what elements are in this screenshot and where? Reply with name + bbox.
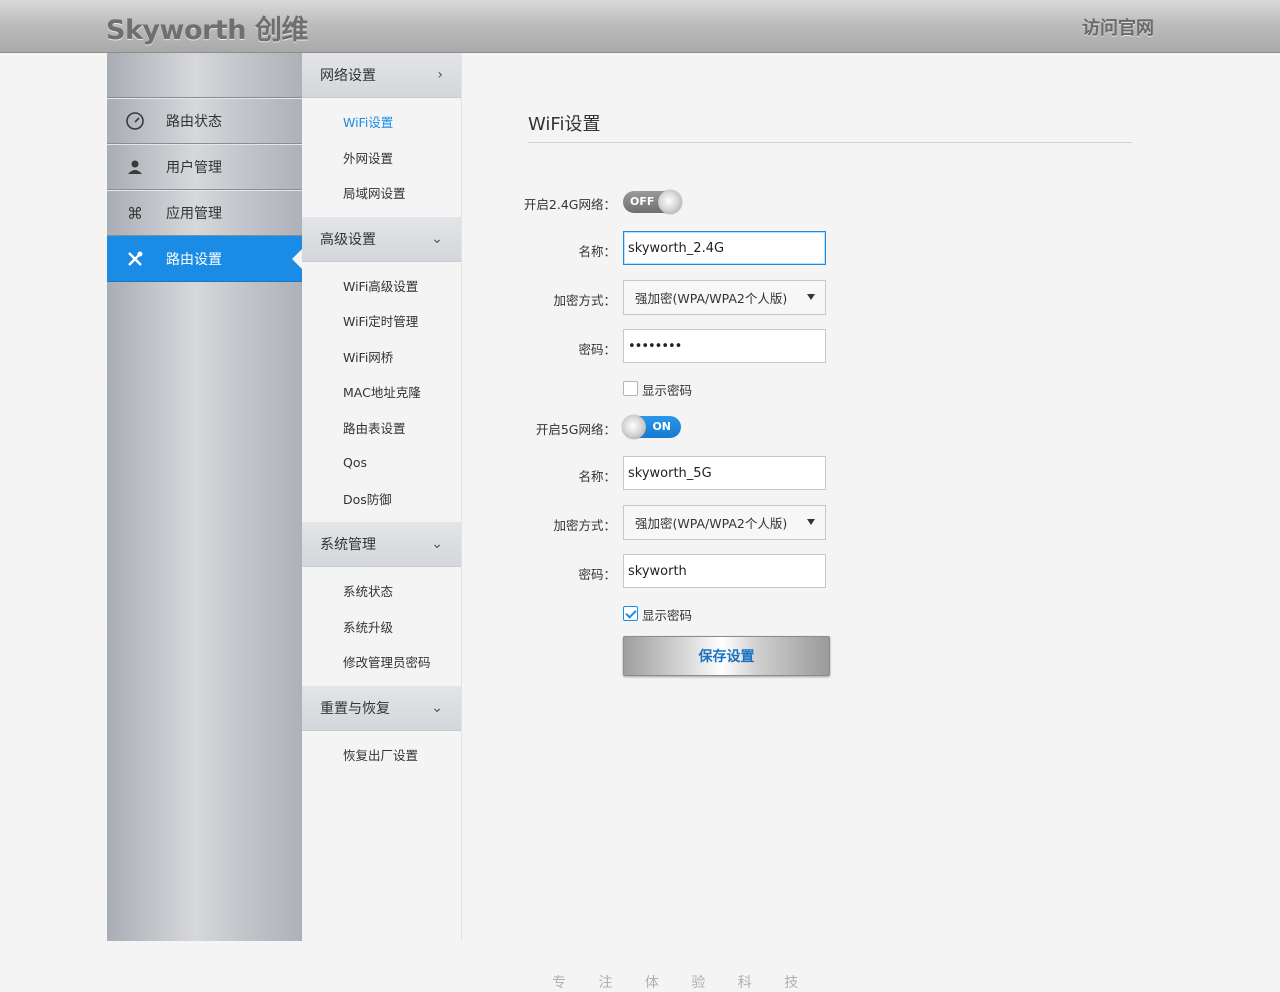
submenu-link-wifi-bridge[interactable]: WiFi网桥 <box>302 339 461 375</box>
sidebar-item-user-management[interactable]: 用户管理 <box>107 144 302 190</box>
name-5g-label: 名称： <box>578 469 616 484</box>
sidebar-item-label: 用户管理 <box>166 160 222 176</box>
submenu-section-title: 网络设置 <box>320 68 376 84</box>
title-divider <box>528 142 1132 143</box>
password-5g-input[interactable]: skyworth <box>623 554 826 588</box>
show-password-5g-checkbox[interactable] <box>623 606 638 621</box>
encrypt-5g-value: 强加密(WPA/WPA2个人版) <box>635 516 788 531</box>
top-header-bar: Skyworth 创维 访问官网 <box>0 0 1280 53</box>
user-icon <box>125 157 145 177</box>
main-sidebar: 路由状态 用户管理 ⌘ 应用管理 路由设置 <box>107 53 302 941</box>
encrypt-24g-select[interactable]: 强加密(WPA/WPA2个人版) <box>623 280 826 315</box>
page-title: WiFi设置 <box>528 114 601 135</box>
show-password-5g-label: 显示密码 <box>642 608 693 623</box>
enable-5g-label: 开启5G网络： <box>535 422 616 437</box>
submenu-link-mac-clone[interactable]: MAC地址克隆 <box>302 374 461 410</box>
submenu-link-factory-reset[interactable]: 恢复出厂设置 <box>302 737 461 773</box>
submenu-link-system-status[interactable]: 系统状态 <box>302 573 461 609</box>
tools-icon <box>125 249 145 269</box>
sidebar-top-spacer <box>107 53 302 98</box>
submenu-link-wifi-settings[interactable]: WiFi设置 <box>302 104 461 140</box>
sidebar-item-label: 路由设置 <box>166 252 222 268</box>
encrypt-24g-value: 强加密(WPA/WPA2个人版) <box>635 291 788 306</box>
toggle-knob <box>622 415 646 439</box>
submenu-section-title: 重置与恢复 <box>320 700 390 717</box>
submenu-section-title: 系统管理 <box>320 537 376 553</box>
password-5g-label: 密码： <box>578 567 616 582</box>
toggle-state-text: OFF <box>630 195 655 208</box>
command-icon: ⌘ <box>127 203 143 223</box>
sidebar-item-label: 应用管理 <box>166 206 222 222</box>
chevron-down-icon: ⌄ <box>431 699 443 716</box>
enable-5g-toggle[interactable]: ON <box>622 415 681 439</box>
submenu-link-dos-defense[interactable]: Dos防御 <box>302 481 461 517</box>
sidebar-item-route-settings[interactable]: 路由设置 <box>107 236 302 282</box>
submenu-link-route-table[interactable]: 路由表设置 <box>302 410 461 446</box>
ssid-24g-input[interactable]: skyworth_2.4G <box>623 231 826 265</box>
enable-24g-label: 开启2.4G网络： <box>523 197 616 212</box>
toggle-state-text: ON <box>652 420 671 433</box>
submenu-section-title: 高级设置 <box>320 231 376 248</box>
gauge-icon <box>125 111 145 131</box>
chevron-down-icon <box>807 294 815 300</box>
encrypt-24g-label: 加密方式： <box>553 293 616 308</box>
chevron-right-icon: › <box>437 67 443 83</box>
visit-official-site-link[interactable]: 访问官网 <box>1082 14 1154 40</box>
encrypt-5g-select[interactable]: 强加密(WPA/WPA2个人版) <box>623 505 826 540</box>
submenu-section-network[interactable]: 网络设置 › <box>302 53 461 98</box>
chevron-down-icon <box>807 519 815 525</box>
password-24g-input[interactable]: •••••••• <box>623 329 826 363</box>
footer-text: 专 注 体 验 科 技 <box>552 975 813 991</box>
toggle-knob <box>658 190 682 214</box>
chevron-down-icon: ⌄ <box>431 230 443 247</box>
submenu-link-wifi-advanced[interactable]: WiFi高级设置 <box>302 268 461 304</box>
encrypt-5g-label: 加密方式： <box>553 518 616 533</box>
submenu-link-wan-settings[interactable]: 外网设置 <box>302 140 461 176</box>
name-24g-label: 名称： <box>578 244 616 259</box>
submenu-link-qos[interactable]: Qos <box>302 445 461 481</box>
submenu-link-lan-settings[interactable]: 局域网设置 <box>302 175 461 211</box>
chevron-down-icon: ⌄ <box>431 536 443 552</box>
main-content: WiFi设置 开启2.4G网络： OFF 名称： skyworth_2.4G 加… <box>462 53 1280 941</box>
sidebar-item-route-status[interactable]: 路由状态 <box>107 98 302 144</box>
submenu-section-system[interactable]: 系统管理 ⌄ <box>302 522 461 567</box>
sidebar-item-label: 路由状态 <box>166 114 222 130</box>
skyworth-logo: Skyworth 创维 <box>106 15 308 46</box>
submenu-section-advanced[interactable]: 高级设置 ⌄ <box>302 216 461 262</box>
show-password-24g-label: 显示密码 <box>642 383 693 398</box>
sidebar-item-app-management[interactable]: ⌘ 应用管理 <box>107 190 302 236</box>
submenu-link-system-upgrade[interactable]: 系统升级 <box>302 609 461 645</box>
enable-24g-toggle[interactable]: OFF <box>623 190 682 214</box>
show-password-24g-checkbox[interactable] <box>623 381 638 396</box>
submenu-link-change-admin-password[interactable]: 修改管理员密码 <box>302 644 461 680</box>
password-24g-label: 密码： <box>578 342 616 357</box>
settings-submenu: 网络设置 › WiFi设置 外网设置 局域网设置 高级设置 ⌄ WiFi高级设置… <box>302 53 462 941</box>
ssid-5g-input[interactable]: skyworth_5G <box>623 456 826 490</box>
submenu-section-reset[interactable]: 重置与恢复 ⌄ <box>302 685 461 731</box>
submenu-link-wifi-schedule[interactable]: WiFi定时管理 <box>302 303 461 339</box>
save-settings-button[interactable]: 保存设置 <box>623 636 830 676</box>
